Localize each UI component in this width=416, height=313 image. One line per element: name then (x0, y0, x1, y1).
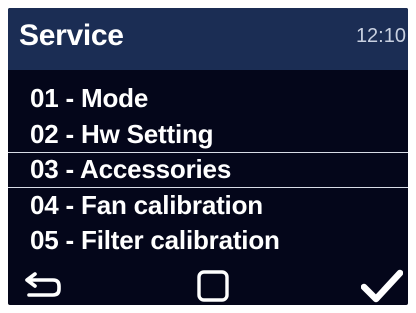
menu-item-fan-calibration[interactable]: 04 - Fan calibration (8, 188, 408, 224)
back-button[interactable] (20, 266, 66, 305)
clock-time: 12:10 (355, 25, 406, 47)
home-button[interactable] (193, 266, 233, 305)
square-icon (197, 269, 229, 302)
back-arrow-icon (25, 271, 61, 297)
menu-item-hw-setting[interactable]: 02 - Hw Setting (8, 117, 408, 153)
checkmark-icon (361, 269, 403, 302)
header-bar: Service 12:10 (8, 8, 408, 70)
menu-item-filter-calibration[interactable]: 05 - Filter calibration (8, 223, 408, 259)
menu-item-mode[interactable]: 01 - Mode (8, 81, 408, 117)
page-title: Service (19, 19, 124, 52)
confirm-button[interactable] (358, 266, 406, 305)
service-menu: 01 - Mode 02 - Hw Setting 03 - Accessori… (8, 81, 408, 259)
device-screen: Service 12:10 01 - Mode 02 - Hw Setting … (8, 8, 408, 305)
bottom-bar (8, 266, 408, 305)
menu-item-accessories[interactable]: 03 - Accessories (8, 152, 408, 188)
